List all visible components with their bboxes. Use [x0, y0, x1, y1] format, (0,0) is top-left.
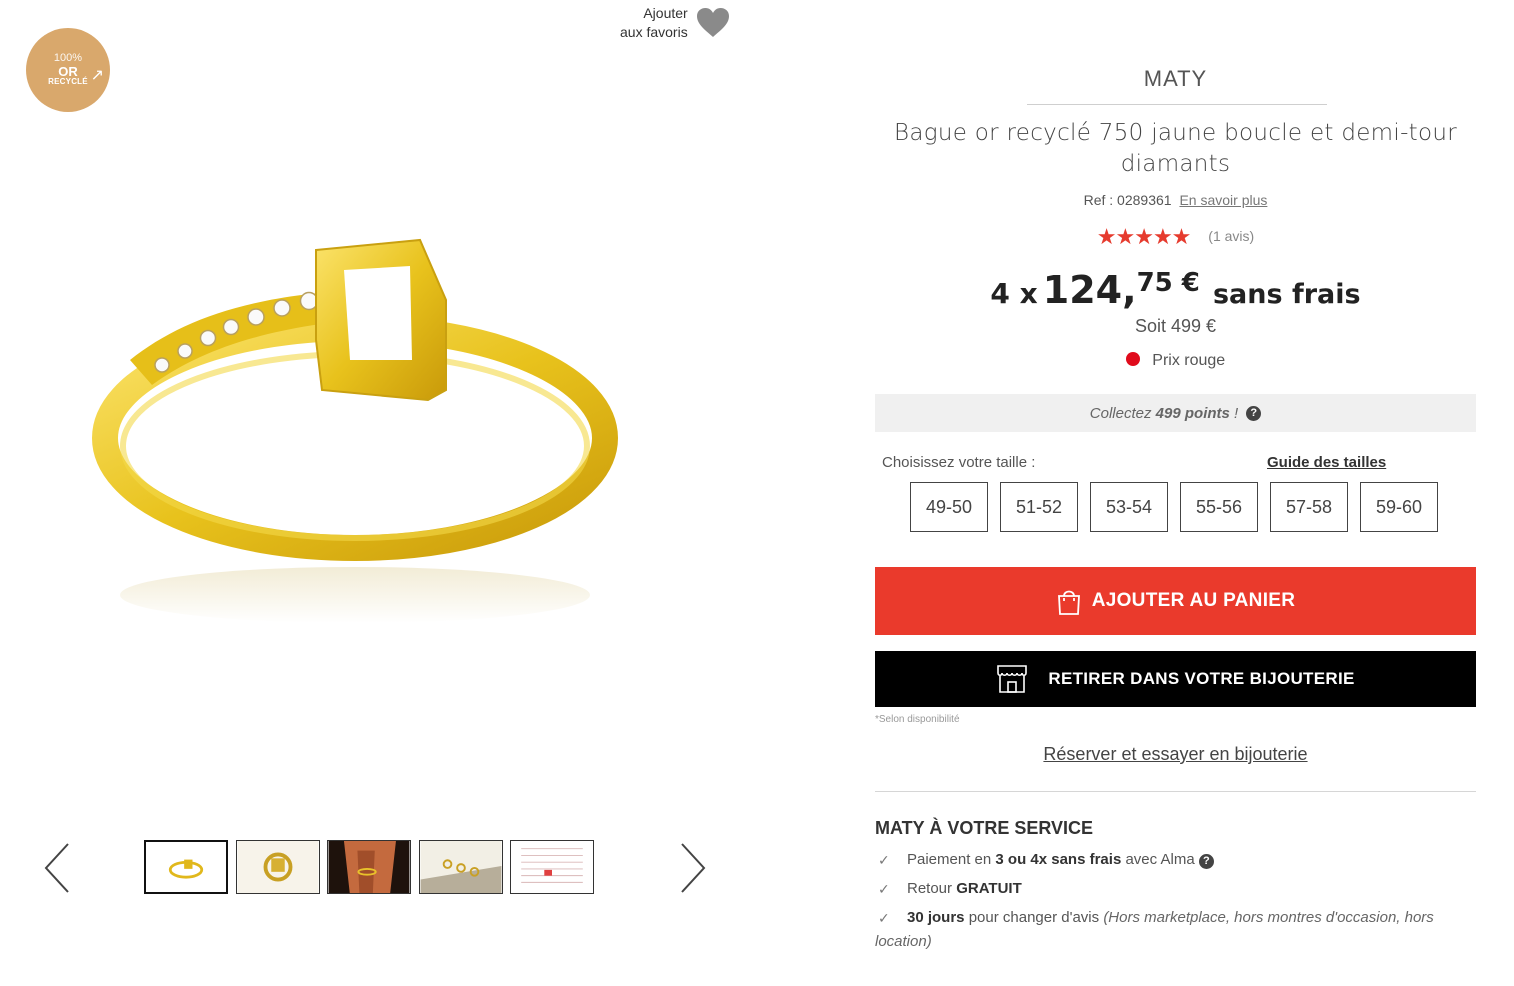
size-option[interactable]: 51-52	[1000, 482, 1078, 532]
review-count: (1 avis)	[1208, 228, 1255, 244]
section-divider	[875, 791, 1476, 792]
help-icon[interactable]: ?	[1198, 853, 1214, 869]
add-to-cart-label: AJOUTER AU PANIER	[1091, 590, 1296, 611]
service-text: pour changer d'avis	[964, 909, 1104, 926]
badge-line1: 100%	[53, 52, 83, 65]
thumbnail-4[interactable]	[419, 840, 503, 894]
favorites-line2: aux favoris	[620, 24, 688, 40]
thumbnail-image	[511, 841, 593, 893]
price-tag-label: Prix rouge	[1152, 352, 1226, 369]
installment-terms: sans frais	[1212, 279, 1361, 310]
product-title: Bague or recyclé 750 jaune boucle et dem…	[894, 120, 1457, 177]
product-reference: Ref : 0289361 En savoir plus	[875, 192, 1476, 208]
size-option[interactable]: 55-56	[1180, 482, 1258, 532]
points-prefix: Collectez	[1089, 404, 1152, 422]
rating[interactable]: ★★★★★ (1 avis)	[875, 224, 1476, 250]
size-option[interactable]: 59-60	[1360, 482, 1438, 532]
help-icon[interactable]: ?	[1246, 405, 1262, 421]
red-dot-icon	[1125, 352, 1140, 366]
store-pickup-label: RETIRER DANS VOTRE BIJOUTERIE	[1048, 669, 1355, 688]
star-rating-icon: ★★★★★	[1096, 224, 1192, 249]
points-amount: 499 points	[1155, 404, 1230, 422]
store-pickup-button[interactable]: RETIRER DANS VOTRE BIJOUTERIE	[875, 651, 1476, 707]
points-text: Collectez 499 points !	[1090, 405, 1238, 422]
add-to-cart-button[interactable]: AJOUTER AU PANIER	[875, 567, 1476, 635]
check-icon: ✓	[878, 852, 890, 868]
badge-line2: OR	[58, 63, 78, 79]
thumbnail-2[interactable]	[236, 840, 320, 894]
product-main-image[interactable]	[90, 210, 670, 630]
favorites-line1: Ajouter	[643, 5, 688, 21]
size-selector: 49-50 51-52 53-54 55-56 57-58 59-60	[910, 482, 1438, 532]
check-icon: ✓	[878, 910, 890, 926]
thumbnail-image	[328, 841, 410, 893]
service-text-bold: 30 jours	[907, 909, 965, 926]
service-item-return: ✓ Retour GRATUIT	[875, 877, 1476, 901]
shopping-bag-icon	[1057, 590, 1080, 615]
recycle-arrow-icon: ↗	[90, 67, 104, 84]
service-text: Retour	[907, 880, 957, 897]
chevron-left-icon[interactable]	[40, 840, 76, 896]
service-item-payment: ✓ Paiement en 3 ou 4x sans frais avec Al…	[875, 848, 1476, 872]
installment-count: 4 x	[990, 277, 1038, 310]
recycled-gold-badge: 100% OR RECYCLÉ ↗	[26, 28, 110, 112]
thumbnail-image	[168, 859, 204, 879]
add-to-favorites[interactable]: Ajouter aux favoris	[620, 4, 730, 42]
service-item-change-mind: ✓ 30 jours pour changer d'avis (Hors mar…	[875, 906, 1476, 954]
installment-price: 4 x 124,75 € sans frais	[875, 268, 1476, 312]
thumbnail-1[interactable]	[144, 840, 228, 894]
size-option[interactable]: 49-50	[910, 482, 988, 532]
favorites-label: Ajouter aux favoris	[620, 4, 688, 42]
size-option[interactable]: 57-58	[1270, 482, 1348, 532]
service-list: ✓ Paiement en 3 ou 4x sans frais avec Al…	[875, 848, 1476, 959]
thumbnail-image	[420, 841, 502, 893]
service-text-bold: GRATUIT	[956, 880, 1022, 897]
store-icon	[997, 665, 1028, 693]
service-text: Paiement en	[907, 851, 996, 868]
thumbnail-image	[237, 841, 319, 893]
installment-amount-int: 124,	[1042, 268, 1137, 312]
loyalty-points-banner: Collectez 499 points ! ?	[875, 394, 1476, 432]
installment-amount-dec: 75 €	[1136, 268, 1200, 298]
chevron-right-icon[interactable]	[674, 840, 710, 896]
points-suffix: !	[1234, 404, 1239, 422]
price-tag: Prix rouge	[875, 352, 1476, 370]
brand-name[interactable]: MATY	[875, 66, 1476, 92]
thumbnail-3[interactable]	[327, 840, 411, 894]
brand-divider	[1027, 104, 1327, 105]
size-guide-link[interactable]: Guide des tailles	[1267, 454, 1386, 471]
check-icon: ✓	[878, 881, 890, 897]
thumbnail-strip	[30, 830, 730, 902]
total-price: Soit 499 €	[1134, 316, 1217, 336]
badge-line3: RECYCLÉ	[48, 77, 88, 87]
ref-label: Ref : 0289361	[1083, 192, 1172, 208]
reserve-in-store-link[interactable]: Réserver et essayer en bijouterie	[875, 744, 1476, 765]
size-option[interactable]: 53-54	[1090, 482, 1168, 532]
availability-note: *Selon disponibilité	[875, 714, 960, 725]
thumbnail-5[interactable]	[510, 840, 594, 894]
service-text-bold: 3 ou 4x sans frais	[995, 851, 1122, 868]
heart-icon[interactable]	[696, 7, 730, 39]
service-text: avec Alma	[1121, 851, 1195, 868]
learn-more-link[interactable]: En savoir plus	[1179, 192, 1267, 208]
size-label: Choisissez votre taille :	[882, 454, 1036, 471]
service-title: MATY À VOTRE SERVICE	[875, 818, 1094, 838]
